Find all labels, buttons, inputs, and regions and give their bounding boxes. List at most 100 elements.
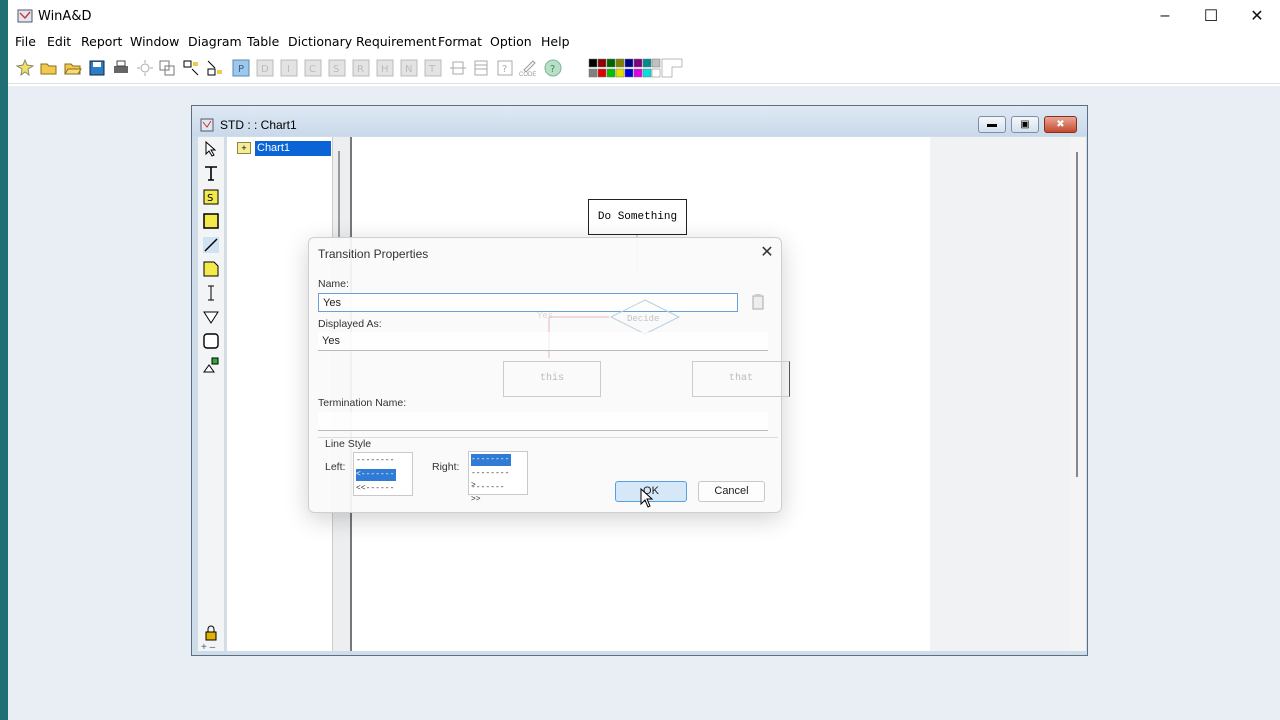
folder-expand-icon[interactable]: + [237,142,251,154]
s-tool-icon[interactable]: S [328,59,346,77]
cancel-button[interactable]: Cancel [698,481,765,502]
right-style-list[interactable]: --------- --------> ------->> [468,451,528,504]
state-tool-icon[interactable]: S [203,189,219,205]
right-style-label: Right: [432,461,460,473]
state-do-something[interactable]: Do Something [588,199,687,235]
right-style-option-selected[interactable]: --------- [471,454,511,476]
copy-icon[interactable] [158,59,176,77]
move-up-icon[interactable] [182,59,200,77]
svg-text:H: H [381,64,389,75]
right-style-option[interactable]: --------> [471,468,511,490]
displayed-as-label: Displayed As: [318,318,382,330]
left-style-label: Left: [325,461,346,473]
code-tool[interactable]: CODE [518,58,540,82]
chart-close-button[interactable]: ✖ [1044,116,1077,133]
displayed-as-field[interactable]: Yes [318,332,768,351]
tree-item-chart1[interactable]: Chart1 [255,141,331,156]
code-label: CODE [519,72,537,78]
shapes-tool-icon[interactable] [203,357,219,373]
ghost-transition-label: Yes [537,311,553,321]
open-folder-icon[interactable] [40,59,58,77]
menu-table[interactable]: Table [247,34,279,49]
mdi-workspace: STD : : Chart1 ▬ ▣ ✖ S + – + Chart1 Do S… [8,86,1280,720]
left-style-option[interactable]: --------- [356,455,396,477]
note-tool-icon[interactable] [203,261,219,277]
svg-text:C: C [309,64,316,75]
menu-dictionary[interactable]: Dictionary [288,34,352,49]
menu-window[interactable]: Window [130,34,179,49]
mouse-cursor-icon [640,488,654,508]
help-box-icon[interactable]: ? [496,59,514,77]
left-style-list[interactable]: --------- <-------- <<------ [353,452,413,496]
menu-help[interactable]: Help [541,34,570,49]
chart-window-title: STD : : Chart1 [220,118,297,132]
app-icon [17,9,33,23]
menu-bar: File Edit Report Window Diagram Table Di… [8,32,1280,52]
svg-text:?: ? [502,64,507,75]
save-icon[interactable] [88,59,106,77]
box-tool-icon[interactable] [203,213,219,229]
termination-name-field[interactable] [318,412,768,431]
vertical-scrollbar[interactable] [1070,137,1086,651]
lock-icon[interactable] [203,625,219,641]
maximize-button[interactable]: ☐ [1188,0,1234,32]
bar-tool-icon[interactable] [203,285,219,301]
left-style-option[interactable]: <<------ [356,483,396,495]
t-tool-icon[interactable]: T [424,59,442,77]
menu-file[interactable]: File [15,34,36,49]
canvas-margin [930,137,1070,651]
sun-icon[interactable] [136,59,154,77]
svg-text:S: S [207,193,213,204]
chart-window-titlebar[interactable]: STD : : Chart1 ▬ ▣ ✖ [192,106,1087,136]
color-swatches-icon[interactable] [588,58,684,80]
table-tool-icon[interactable] [472,59,490,77]
p-tool-icon[interactable]: P [232,59,250,77]
n-tool-icon[interactable]: N [400,59,418,77]
pointer-tool-icon[interactable] [203,141,219,157]
d-tool-icon[interactable]: D [256,59,274,77]
menu-edit[interactable]: Edit [47,34,71,49]
move-down-icon[interactable] [206,59,224,77]
split-tool-icon[interactable] [449,59,467,77]
right-style-option[interactable]: ------->> [471,482,511,504]
menu-option[interactable]: Option [490,34,532,49]
app-window: WinA&D – ☐ ✕ File Edit Report Window Dia… [8,0,1280,720]
r-tool-icon[interactable]: R [352,59,370,77]
tool-palette: S + – [198,137,224,653]
help-circle-icon[interactable]: ? [544,59,562,77]
menu-report[interactable]: Report [81,34,122,49]
open-folder-alt-icon[interactable] [64,59,82,77]
splitter-scrollbar[interactable] [338,151,340,241]
menu-format[interactable]: Format [438,34,482,49]
chart-restore-button[interactable]: ▣ [1011,116,1039,133]
c-tool-icon[interactable]: C [304,59,322,77]
close-button[interactable]: ✕ [1234,0,1280,32]
svg-text:S: S [333,64,339,75]
dialog-title: Transition Properties [318,247,429,261]
clipboard-icon[interactable] [751,294,765,310]
menu-requirement[interactable]: Requirement [356,34,436,49]
ghost-decision-label: Decide [627,314,659,324]
polygon-tool-icon[interactable] [203,309,219,325]
ghost-state-that: that [692,361,790,397]
color-palette[interactable] [588,58,684,80]
print-icon[interactable] [112,59,130,77]
transition-properties-dialog: Transition Properties ✕ Name: Yes Decide… [308,237,790,513]
chart-minimize-button[interactable]: ▬ [978,116,1006,133]
zoom-controls[interactable]: + – [201,642,215,653]
line-tool-icon[interactable] [203,237,219,253]
rounded-box-tool-icon[interactable] [203,333,219,349]
i-tool-icon[interactable]: I [280,59,298,77]
minimize-button[interactable]: – [1142,0,1188,32]
text-tool-icon[interactable] [203,165,219,181]
svg-text:N: N [405,64,412,75]
dialog-close-icon[interactable]: ✕ [757,243,777,263]
left-style-option-selected[interactable]: <-------- [356,469,396,491]
new-file-icon[interactable] [16,59,34,77]
vertical-scroll-thumb[interactable] [1076,152,1078,477]
ghost-decision: Decide Yes [537,299,681,358]
menu-diagram[interactable]: Diagram [188,34,242,49]
h-tool-icon[interactable]: H [376,59,394,77]
svg-text:I: I [287,64,290,75]
pencil-icon [523,60,536,72]
